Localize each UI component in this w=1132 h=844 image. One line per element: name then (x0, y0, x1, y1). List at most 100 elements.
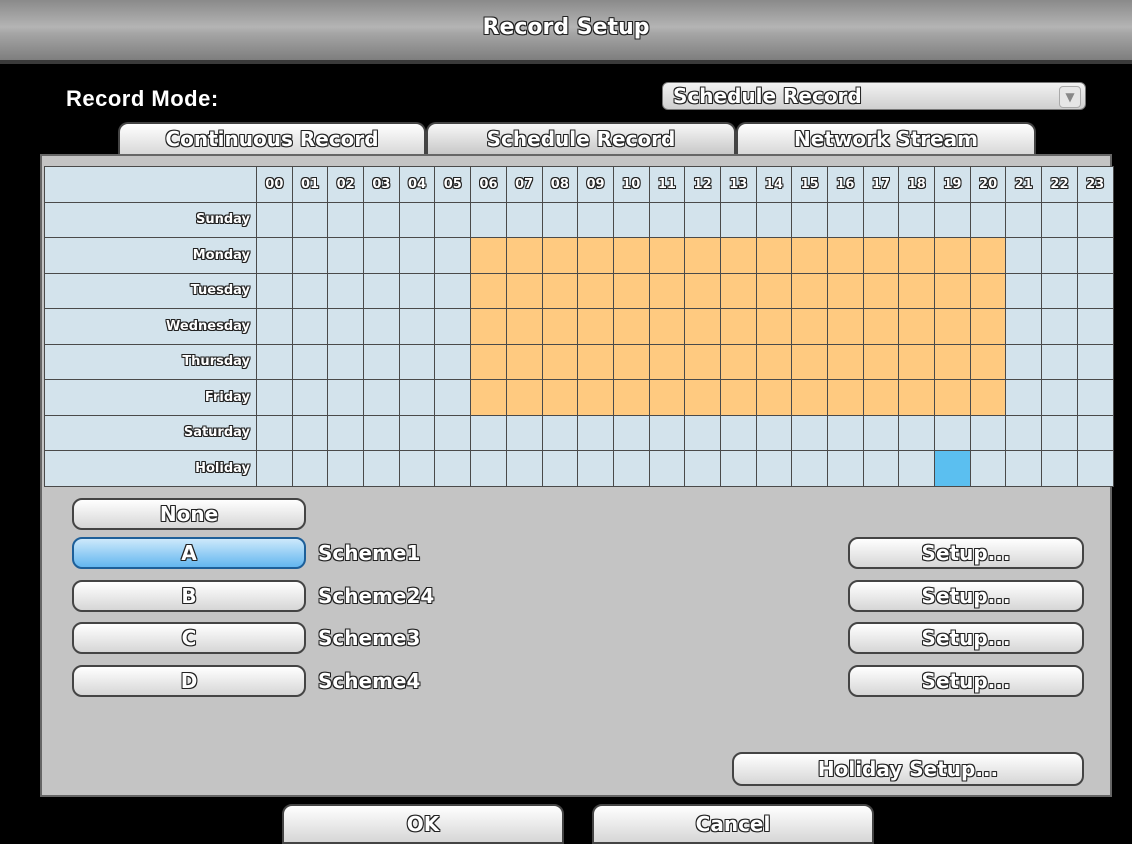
schedule-cell[interactable] (398, 272, 436, 309)
schedule-cell[interactable] (470, 308, 507, 345)
schedule-cell[interactable] (291, 414, 329, 451)
schedule-cell[interactable] (291, 272, 329, 309)
schedule-cell[interactable] (1041, 414, 1078, 451)
ok-button[interactable]: OK (282, 804, 564, 844)
schedule-cell[interactable] (398, 308, 436, 345)
schedule-cell[interactable] (719, 343, 757, 380)
schedule-cell[interactable] (755, 343, 793, 380)
schedule-cell[interactable] (470, 201, 507, 238)
schedule-cell[interactable] (684, 237, 721, 274)
schedule-cell[interactable] (470, 414, 507, 451)
hour-header-17[interactable]: 17 (862, 166, 900, 203)
tab-network-stream[interactable]: Network Stream (736, 122, 1036, 154)
schedule-cell[interactable] (541, 272, 579, 309)
schedule-cell[interactable] (684, 414, 721, 451)
schedule-cell[interactable] (684, 343, 721, 380)
schedule-cell[interactable] (898, 272, 936, 309)
schedule-cell[interactable] (862, 308, 900, 345)
day-label[interactable]: Tuesday (44, 272, 257, 309)
schedule-cell[interactable] (969, 414, 1007, 451)
schedule-cell[interactable] (612, 201, 650, 238)
schedule-cell[interactable] (1005, 308, 1043, 345)
scheme-a-button[interactable]: A (72, 537, 306, 569)
schedule-cell[interactable] (256, 379, 293, 416)
none-button[interactable]: None (72, 498, 306, 530)
schedule-cell[interactable] (363, 201, 400, 238)
schedule-cell[interactable] (541, 414, 579, 451)
schedule-cell[interactable] (363, 379, 400, 416)
schedule-cell[interactable] (291, 379, 329, 416)
schedule-cell[interactable] (648, 379, 686, 416)
record-mode-dropdown[interactable]: Schedule Record ▼ (662, 82, 1086, 110)
schedule-cell[interactable] (969, 201, 1007, 238)
schedule-cell[interactable] (1041, 237, 1078, 274)
schedule-cell[interactable] (434, 343, 472, 380)
schedule-cell[interactable] (827, 379, 864, 416)
schedule-cell[interactable] (1076, 379, 1114, 416)
schedule-cell[interactable] (934, 237, 971, 274)
schedule-cell[interactable] (1041, 379, 1078, 416)
schedule-cell[interactable] (684, 450, 721, 487)
schedule-cell[interactable] (862, 450, 900, 487)
schedule-cell[interactable] (648, 414, 686, 451)
schedule-cell[interactable] (684, 308, 721, 345)
schedule-cell[interactable] (755, 201, 793, 238)
schedule-cell[interactable] (434, 450, 472, 487)
schedule-cell[interactable] (291, 201, 329, 238)
schedule-cell[interactable] (612, 343, 650, 380)
schedule-cell[interactable] (862, 201, 900, 238)
schedule-cell[interactable] (648, 343, 686, 380)
schedule-cell[interactable] (648, 201, 686, 238)
scheme-b-setup-button[interactable]: Setup... (848, 580, 1084, 612)
schedule-cell[interactable] (898, 308, 936, 345)
schedule-cell[interactable] (791, 201, 828, 238)
schedule-cell[interactable] (577, 414, 614, 451)
schedule-cell[interactable] (256, 272, 293, 309)
schedule-cell[interactable] (470, 450, 507, 487)
schedule-cell[interactable] (827, 272, 864, 309)
schedule-cell[interactable] (256, 201, 293, 238)
schedule-cell[interactable] (684, 201, 721, 238)
schedule-cell[interactable] (1041, 308, 1078, 345)
hour-header-05[interactable]: 05 (434, 166, 472, 203)
schedule-cell[interactable] (363, 414, 400, 451)
schedule-cell[interactable] (505, 272, 543, 309)
schedule-cell[interactable] (862, 237, 900, 274)
hour-header-18[interactable]: 18 (898, 166, 936, 203)
schedule-cell[interactable] (470, 379, 507, 416)
schedule-cell[interactable] (398, 379, 436, 416)
schedule-cell[interactable] (1076, 308, 1114, 345)
scheme-a-setup-button[interactable]: Setup... (848, 537, 1084, 569)
schedule-cell[interactable] (648, 272, 686, 309)
schedule-cell[interactable] (1076, 343, 1114, 380)
schedule-cell[interactable] (363, 308, 400, 345)
schedule-cell[interactable] (612, 450, 650, 487)
schedule-cell[interactable] (434, 379, 472, 416)
schedule-cell[interactable] (862, 343, 900, 380)
schedule-cell[interactable] (1041, 201, 1078, 238)
scheme-c-setup-button[interactable]: Setup... (848, 622, 1084, 654)
schedule-cell[interactable] (1076, 272, 1114, 309)
schedule-cell[interactable] (934, 272, 971, 309)
schedule-cell[interactable] (1005, 379, 1043, 416)
schedule-cell[interactable] (505, 343, 543, 380)
schedule-cell[interactable] (1076, 237, 1114, 274)
schedule-cell[interactable] (719, 450, 757, 487)
scheme-b-button[interactable]: B (72, 580, 306, 612)
schedule-cell[interactable] (1005, 272, 1043, 309)
schedule-cell[interactable] (862, 414, 900, 451)
schedule-cell[interactable] (719, 201, 757, 238)
hour-header-15[interactable]: 15 (791, 166, 828, 203)
schedule-cell[interactable] (934, 201, 971, 238)
schedule-cell[interactable] (577, 450, 614, 487)
schedule-cell[interactable] (612, 414, 650, 451)
schedule-cell[interactable] (719, 237, 757, 274)
hour-header-19[interactable]: 19 (934, 166, 971, 203)
schedule-cell[interactable] (505, 450, 543, 487)
schedule-cell[interactable] (363, 272, 400, 309)
schedule-cell[interactable] (648, 308, 686, 345)
scheme-d-setup-button[interactable]: Setup... (848, 665, 1084, 697)
schedule-cell[interactable] (256, 343, 293, 380)
day-label[interactable]: Thursday (44, 343, 257, 380)
schedule-cell[interactable] (898, 450, 936, 487)
